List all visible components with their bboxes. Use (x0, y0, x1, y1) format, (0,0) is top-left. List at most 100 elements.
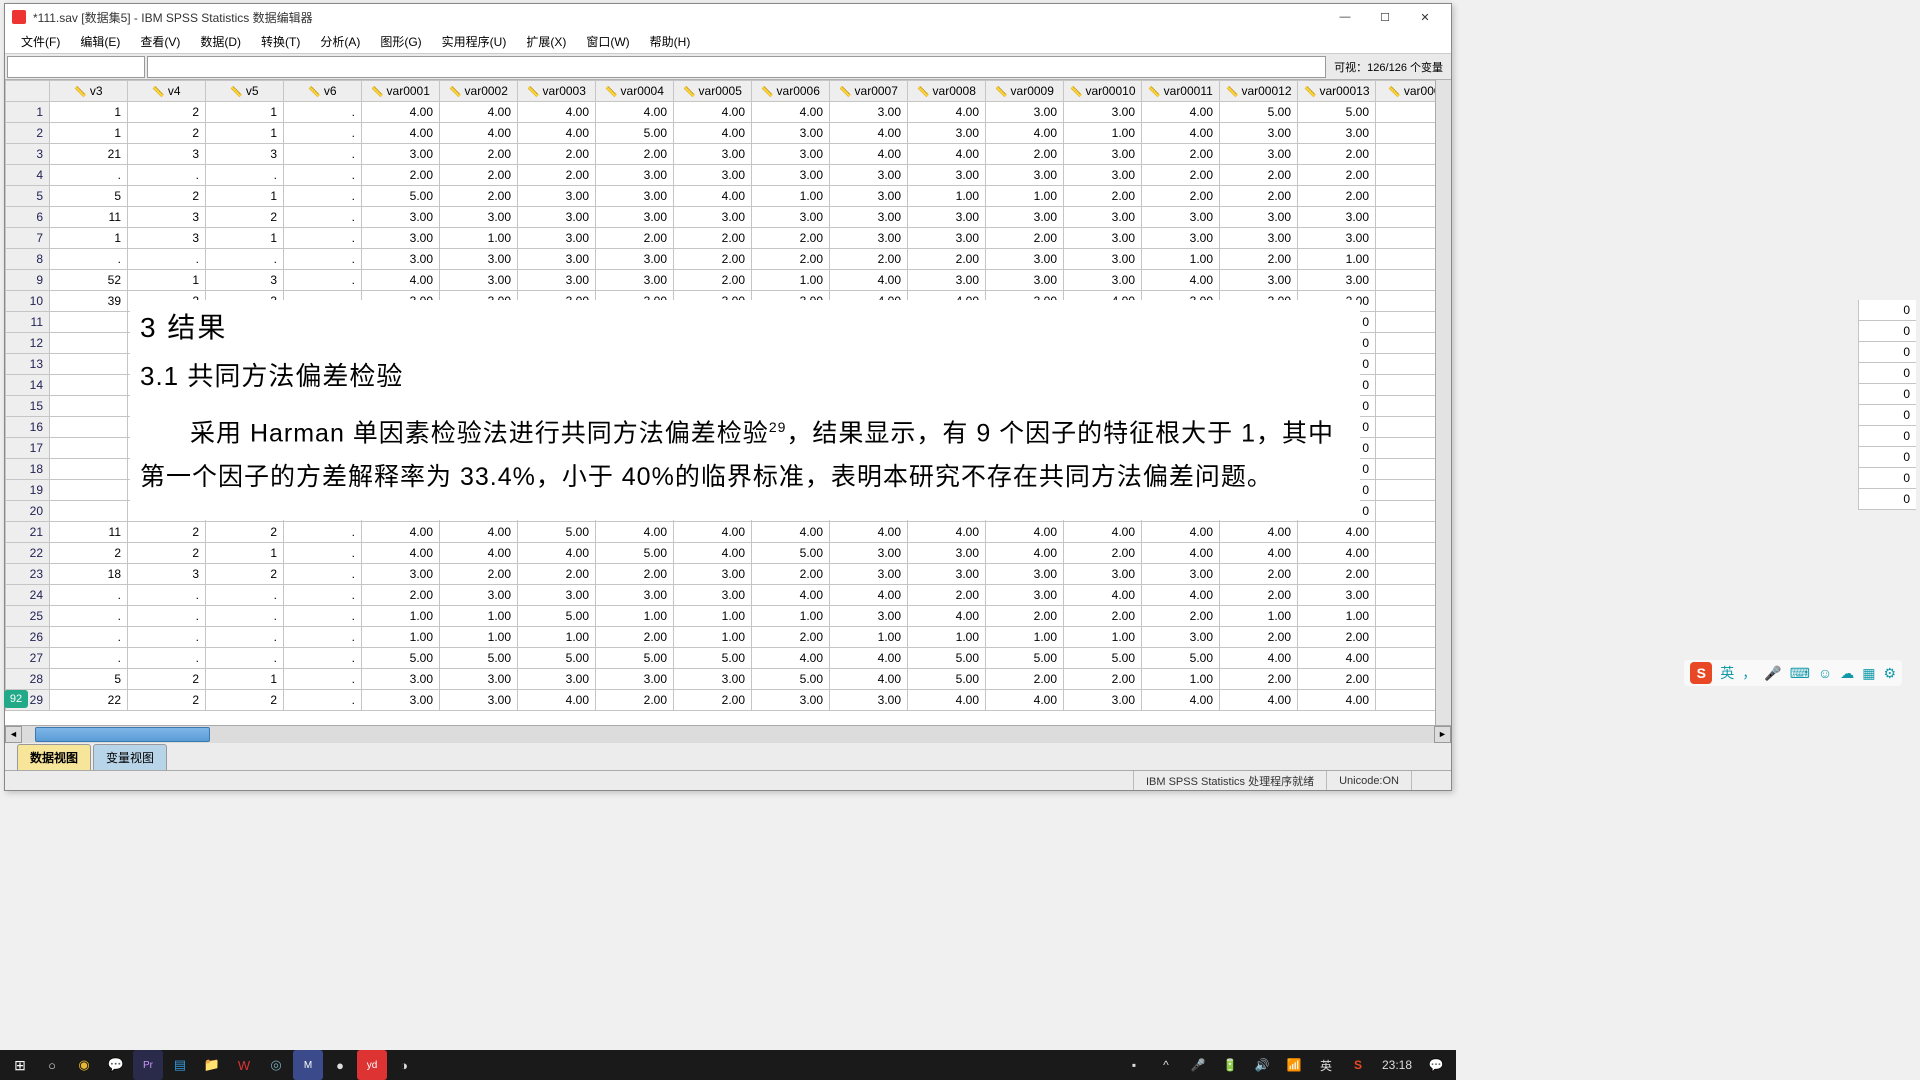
data-cell[interactable]: 3.00 (830, 207, 908, 228)
data-cell[interactable]: 5.00 (674, 648, 752, 669)
data-cell[interactable]: 4.00 (674, 186, 752, 207)
col-header-var00012[interactable]: 📏var00012 (1220, 81, 1298, 102)
data-cell[interactable]: 3 (206, 270, 284, 291)
data-cell[interactable]: 4.00 (362, 270, 440, 291)
data-cell[interactable]: . (128, 648, 206, 669)
data-cell[interactable]: 18 (50, 564, 128, 585)
data-cell[interactable]: 4.00 (1064, 585, 1142, 606)
data-cell[interactable]: 2 (128, 123, 206, 144)
tray-wifi-icon[interactable]: 📶 (1279, 1050, 1309, 1080)
data-cell[interactable]: 1 (50, 102, 128, 123)
data-cell[interactable]: 2.00 (1220, 186, 1298, 207)
data-cell[interactable]: 4.00 (596, 102, 674, 123)
menu-图形(G)[interactable]: 图形(G) (370, 30, 431, 54)
data-cell[interactable]: 3.00 (908, 123, 986, 144)
data-cell[interactable]: 3 (128, 228, 206, 249)
data-cell[interactable]: 2.00 (1298, 669, 1376, 690)
data-cell[interactable]: 3.00 (440, 669, 518, 690)
data-cell[interactable]: 2.00 (518, 165, 596, 186)
data-cell[interactable]: . (128, 249, 206, 270)
data-cell[interactable]: 4.00 (674, 102, 752, 123)
data-cell[interactable]: 1.00 (908, 186, 986, 207)
data-cell[interactable]: 3.00 (1220, 123, 1298, 144)
data-cell[interactable]: . (50, 606, 128, 627)
data-cell[interactable]: 3.00 (674, 585, 752, 606)
data-cell[interactable]: 3.00 (440, 585, 518, 606)
row-header[interactable]: 13 (6, 354, 50, 375)
data-cell[interactable]: 1 (206, 123, 284, 144)
data-cell[interactable]: 3.00 (518, 228, 596, 249)
data-cell[interactable]: 2.00 (1142, 186, 1220, 207)
row-header[interactable]: 1 (6, 102, 50, 123)
menu-转换(T)[interactable]: 转换(T) (251, 30, 310, 54)
taskbar-app-explorer[interactable]: 📁 (197, 1050, 227, 1080)
data-cell[interactable]: 3.00 (1220, 228, 1298, 249)
menu-数据(D)[interactable]: 数据(D) (190, 30, 251, 54)
data-cell[interactable]: 2.00 (1298, 165, 1376, 186)
data-cell[interactable]: . (50, 249, 128, 270)
data-cell[interactable]: 4.00 (986, 543, 1064, 564)
data-cell[interactable]: 3 (206, 144, 284, 165)
data-cell[interactable]: 2.00 (1298, 564, 1376, 585)
close-button[interactable]: ✕ (1405, 5, 1445, 29)
data-cell[interactable]: 2.00 (986, 144, 1064, 165)
data-cell[interactable]: 4.00 (908, 690, 986, 711)
data-cell[interactable]: 2.00 (752, 627, 830, 648)
tray-ime-logo[interactable]: S (1343, 1050, 1373, 1080)
data-cell[interactable]: 2 (128, 522, 206, 543)
data-cell[interactable]: 4.00 (1220, 522, 1298, 543)
data-cell[interactable]: 3.00 (752, 123, 830, 144)
row-header[interactable]: 6 (6, 207, 50, 228)
data-cell[interactable]: . (284, 249, 362, 270)
row-header[interactable]: 11 (6, 312, 50, 333)
data-cell[interactable]: 3.00 (1142, 228, 1220, 249)
data-cell[interactable]: 3.00 (986, 165, 1064, 186)
data-cell[interactable]: 5 (50, 186, 128, 207)
data-cell[interactable]: . (284, 144, 362, 165)
data-cell[interactable]: 4.00 (908, 522, 986, 543)
data-cell[interactable]: 3.00 (674, 564, 752, 585)
row-header[interactable]: 19 (6, 480, 50, 501)
col-header-var00013[interactable]: 📏var00013 (1298, 81, 1376, 102)
data-cell[interactable]: 2.00 (1298, 144, 1376, 165)
menu-查看(V)[interactable]: 查看(V) (130, 30, 190, 54)
data-cell[interactable]: 3.00 (440, 270, 518, 291)
data-cell[interactable]: 4.00 (1142, 690, 1220, 711)
data-cell[interactable]: 2.00 (518, 144, 596, 165)
tray-ime-lang[interactable]: 英 (1311, 1050, 1341, 1080)
data-cell[interactable]: 4.00 (518, 123, 596, 144)
data-cell[interactable]: . (50, 585, 128, 606)
data-cell[interactable]: 3.00 (986, 249, 1064, 270)
data-cell[interactable]: 2 (128, 186, 206, 207)
data-cell[interactable]: 2.00 (830, 249, 908, 270)
data-cell[interactable]: 4.00 (362, 102, 440, 123)
data-cell[interactable]: 3.00 (986, 585, 1064, 606)
data-cell[interactable] (50, 396, 128, 417)
data-cell[interactable]: 5.00 (986, 648, 1064, 669)
data-cell[interactable]: 2.00 (674, 270, 752, 291)
row-header[interactable]: 12 (6, 333, 50, 354)
data-cell[interactable]: 3.00 (1142, 564, 1220, 585)
data-cell[interactable]: 3.00 (1298, 270, 1376, 291)
data-cell[interactable]: 2.00 (986, 606, 1064, 627)
row-header[interactable]: 14 (6, 375, 50, 396)
row-header[interactable]: 16 (6, 417, 50, 438)
row-header[interactable]: 7 (6, 228, 50, 249)
ime-punct-icon[interactable]: ， (1742, 663, 1756, 683)
col-header-var0007[interactable]: 📏var0007 (830, 81, 908, 102)
tray-mic-icon[interactable]: 🎤 (1183, 1050, 1213, 1080)
data-cell[interactable]: 1.00 (1142, 669, 1220, 690)
data-cell[interactable]: . (128, 606, 206, 627)
data-cell[interactable]: 3.00 (986, 102, 1064, 123)
data-cell[interactable]: 2 (50, 543, 128, 564)
data-cell[interactable]: 3.00 (518, 249, 596, 270)
data-cell[interactable]: 3.00 (908, 165, 986, 186)
row-header[interactable]: 3 (6, 144, 50, 165)
data-cell[interactable]: 3.00 (830, 690, 908, 711)
data-cell[interactable]: 4.00 (908, 606, 986, 627)
data-cell[interactable]: . (284, 690, 362, 711)
data-cell[interactable]: 22 (50, 690, 128, 711)
data-cell[interactable]: 2.00 (674, 690, 752, 711)
data-cell[interactable]: 2.00 (1142, 144, 1220, 165)
data-cell[interactable]: 3.00 (1220, 270, 1298, 291)
